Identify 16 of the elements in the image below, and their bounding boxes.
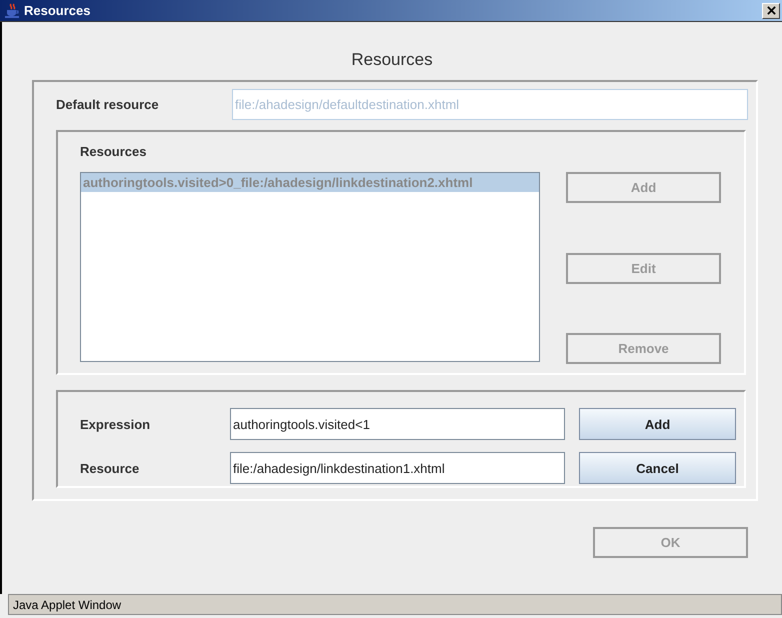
window-title: Resources: [24, 3, 92, 18]
resource-list[interactable]: authoringtools.visited>0_file:/ahadesign/linkdestination2.xhtml: [80, 172, 540, 362]
dialog-button[interactable]: Cancel: [579, 452, 736, 484]
list-item[interactable]: authoringtools.visited>0_file:/ahadesign/linkdestination2.xhtml: [81, 173, 539, 192]
text-field[interactable]: file:/ahadesign/linkdestination1.xhtml: [230, 452, 565, 484]
field-label: Expression: [80, 416, 152, 432]
close-button[interactable]: [762, 2, 780, 18]
status-bar: Java Applet Window: [8, 594, 782, 615]
dialog-button[interactable]: Add: [579, 408, 736, 440]
dialog-heading: Resources: [350, 50, 434, 71]
text-field[interactable]: authoringtools.visited<1: [230, 408, 565, 440]
close-icon: [766, 6, 776, 15]
coffee-cup-icon: [4, 2, 20, 18]
section-label: Resources: [80, 144, 148, 161]
field-label: Resource: [80, 460, 140, 476]
field-label: Default resource: [56, 97, 160, 112]
